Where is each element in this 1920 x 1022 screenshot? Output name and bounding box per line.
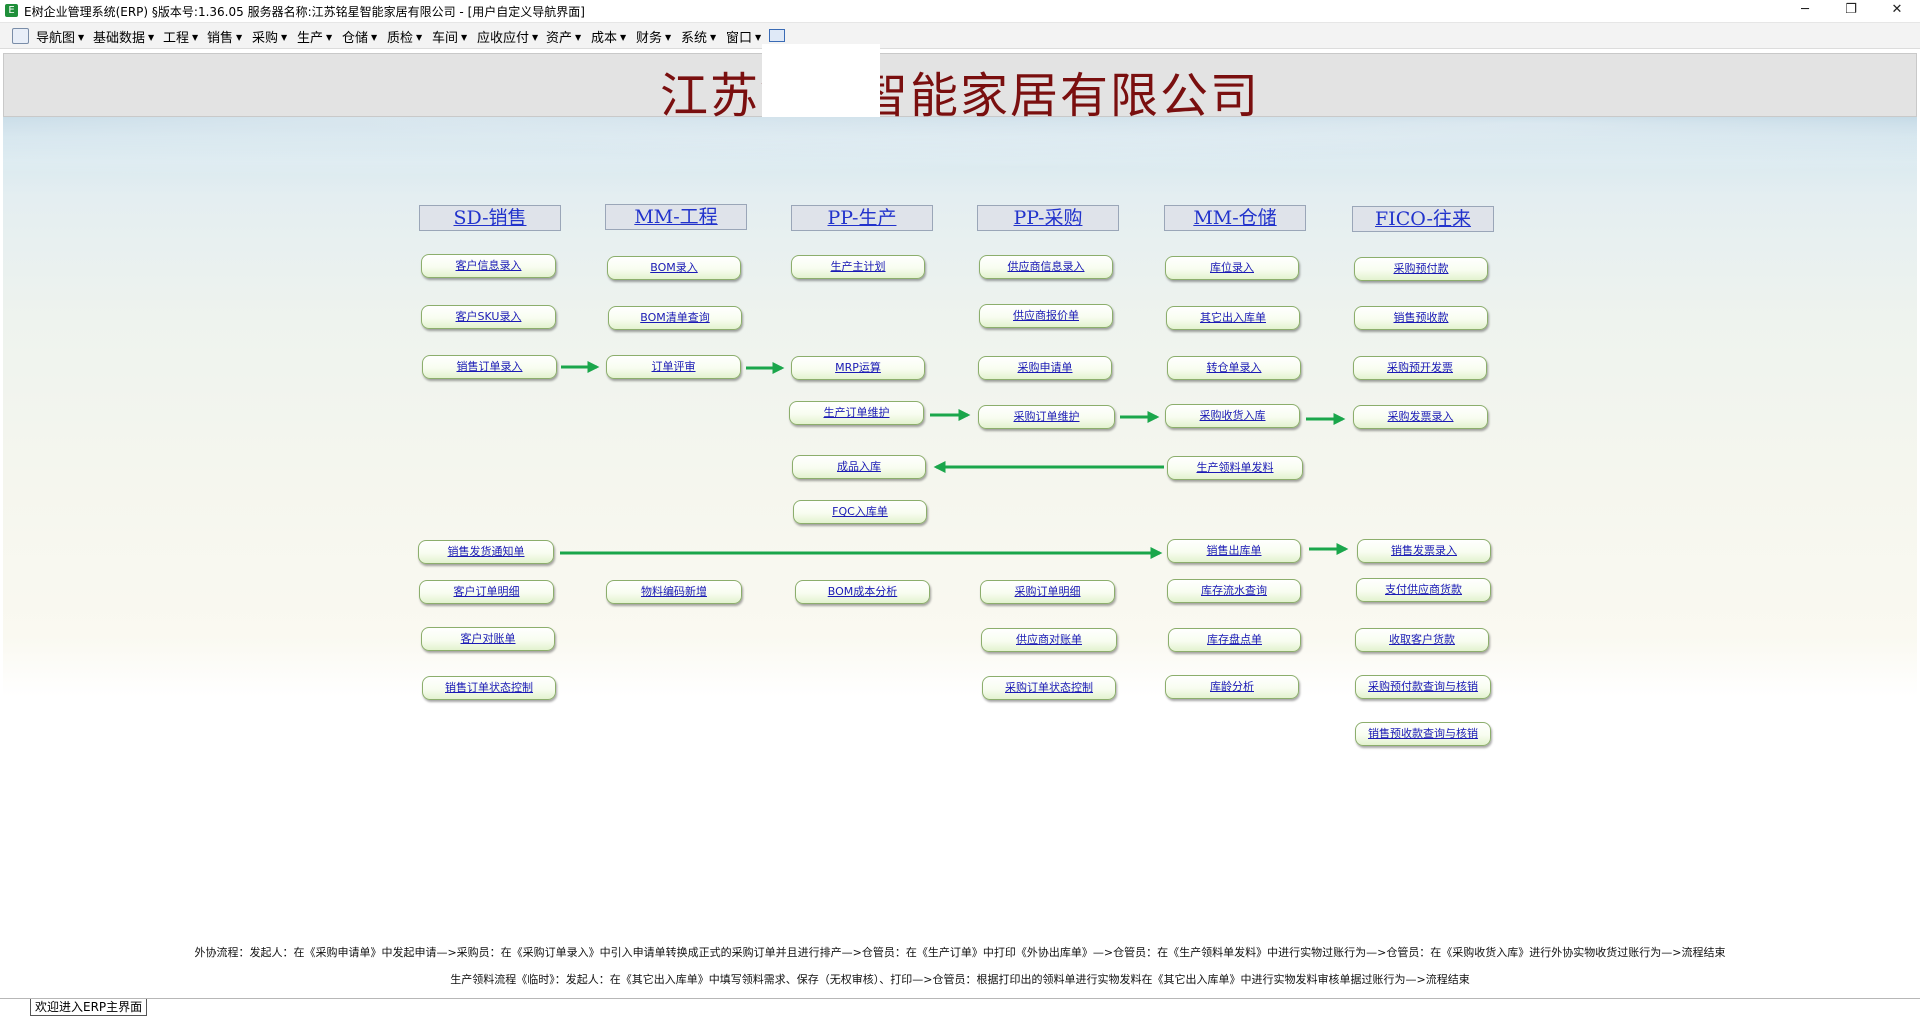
outsourcing-flow-text: 外协流程：发起人：在《采购申请单》中发起申请—>采购员：在《采购订单录入》中引入… — [194, 946, 1726, 959]
document-tab-strip: 欢迎进入ERP主界面 — [0, 998, 1920, 1022]
flow-arrows — [560, 361, 1349, 559]
temp-picking-flow-text: 生产领料流程《临时》：发起人：在《其它出入库单》中填写领料需求、保存（无权审核）… — [450, 973, 1470, 986]
tab-main-welcome[interactable]: 欢迎进入ERP主界面 — [30, 999, 148, 1016]
